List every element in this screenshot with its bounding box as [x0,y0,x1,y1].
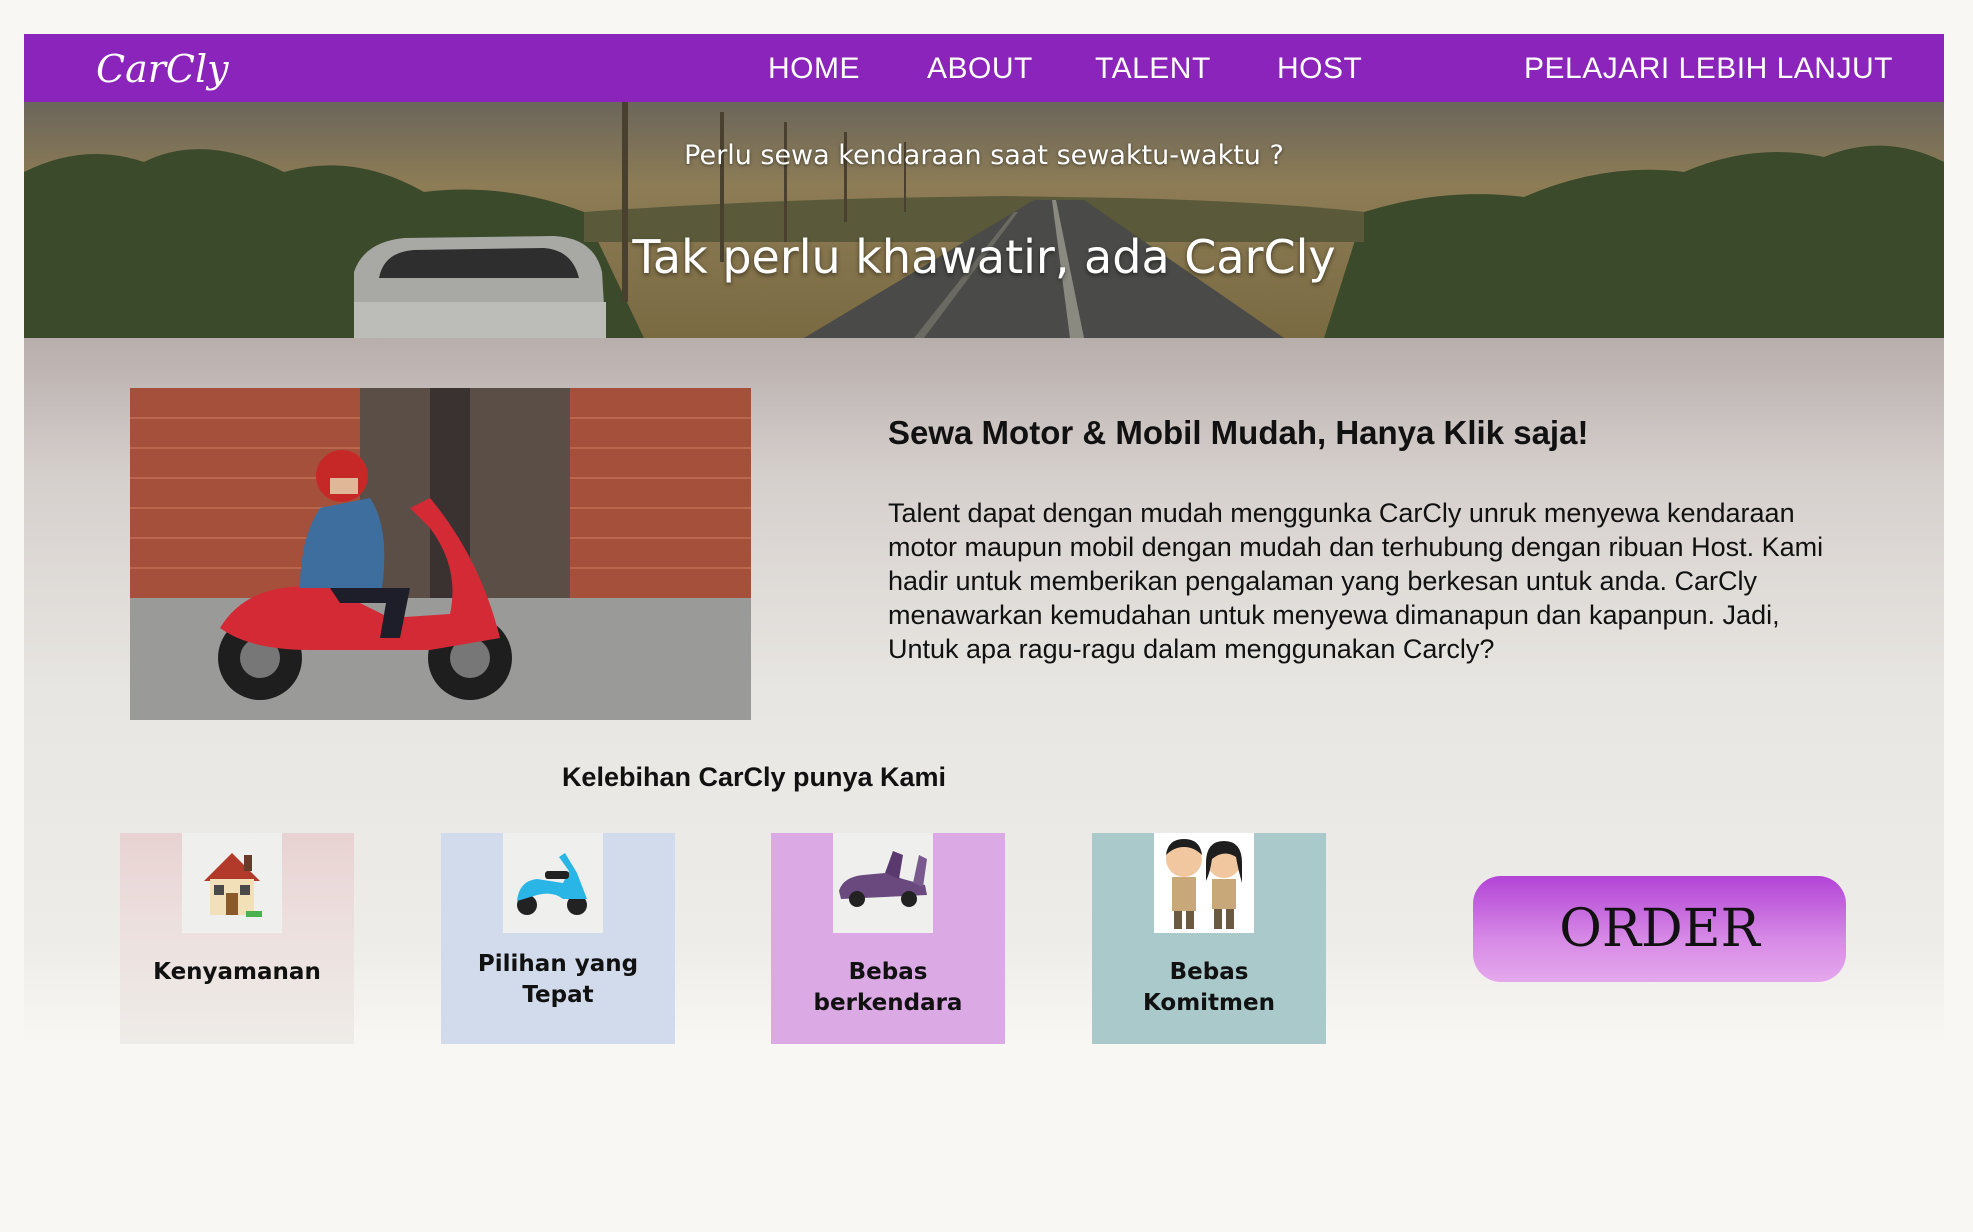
about-heading: Sewa Motor & Mobil Mudah, Hanya Klik saj… [888,414,1589,451]
feature-card-free-driving: Bebas berkendara [771,833,1005,1044]
feature-label-comfort: Kenyamanan [153,959,321,985]
logo[interactable]: CarCly [96,47,229,91]
feature-label-right-choice-2: Tepat [522,982,594,1008]
feature-label-free-driving-1: Bebas [848,959,928,985]
scooter-icon [503,833,603,933]
nav-host[interactable]: HOST [1277,52,1362,86]
sports-car-icon [833,833,933,933]
nav-home[interactable]: HOME [768,52,860,86]
hero-subtitle: Perlu sewa kendaraan saat sewaktu-waktu … [684,140,1284,171]
main-content: Sewa Motor & Mobil Mudah, Hanya Klik saj… [24,338,1944,1044]
couple-icon [1154,833,1254,933]
scooter-rider-photo [130,388,751,720]
nav-learn-more[interactable]: PELAJARI LEBIH LANJUT [1524,52,1893,86]
nav-about[interactable]: ABOUT [927,52,1033,86]
feature-label-no-commitment-1: Bebas [1169,959,1249,985]
house-icon [182,833,282,933]
about-paragraph: Talent dapat dengan mudah menggunka CarC… [888,498,1824,664]
highway-background-image [24,102,1944,338]
feature-label-free-driving-2: berkendara [813,990,963,1016]
feature-card-comfort: Kenyamanan [120,833,354,1044]
order-button[interactable]: ORDER [1473,876,1846,982]
feature-card-no-commitment: Bebas Komitmen [1092,833,1326,1044]
page-frame: CarCly HOME ABOUT TALENT HOST PELAJARI L… [24,34,1944,1044]
hero-banner: Perlu sewa kendaraan saat sewaktu-waktu … [24,102,1944,338]
features-title: Kelebihan CarCly punya Kami [561,762,947,792]
hero-title: Tak perlu khawatir, ada CarCly [632,230,1336,284]
top-navbar: CarCly HOME ABOUT TALENT HOST PELAJARI L… [24,34,1944,102]
feature-label-no-commitment-2: Komitmen [1142,990,1275,1016]
feature-card-right-choice: Pilihan yang Tepat [441,833,675,1044]
feature-label-right-choice-1: Pilihan yang [477,951,639,977]
nav-talent[interactable]: TALENT [1095,52,1211,86]
